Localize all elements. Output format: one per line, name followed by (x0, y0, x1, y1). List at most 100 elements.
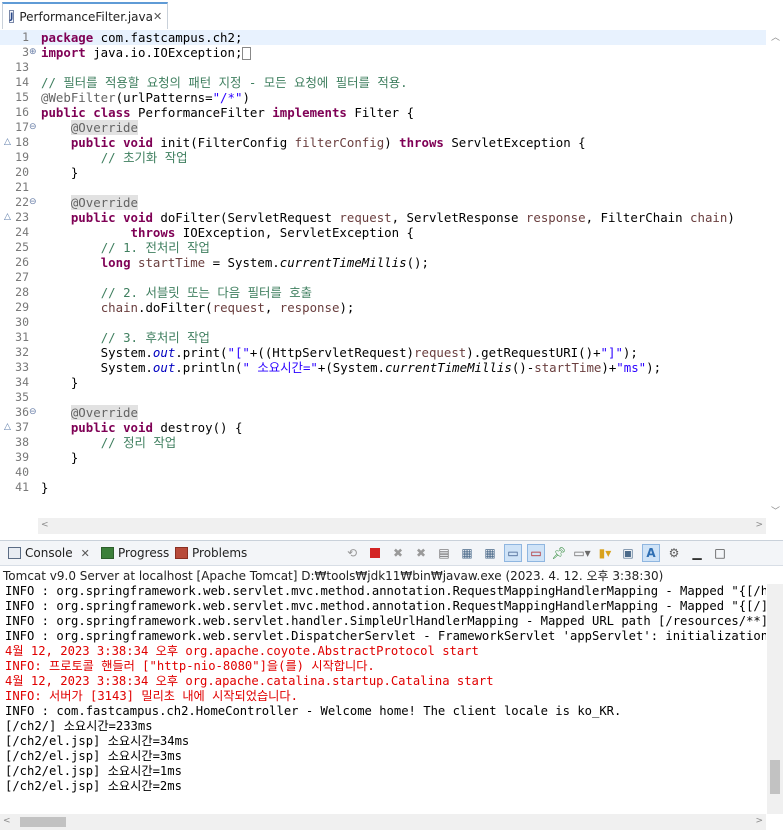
code-line[interactable]: 26 long startTime = System.currentTimeMi… (0, 255, 766, 270)
code-line[interactable]: 16 public class PerformanceFilter impleme… (0, 105, 766, 120)
code-line[interactable]: 33 System.out.println(" 소요시간="+(System.c… (0, 360, 766, 375)
code-line[interactable]: 32 System.out.print("["+((HttpServletReq… (0, 345, 766, 360)
remove-launch-icon[interactable]: ✖ (389, 544, 407, 562)
fold-collapse-icon[interactable]: ⊖ (29, 405, 37, 420)
word-wrap-icon[interactable]: ▦ (481, 544, 499, 562)
code-line[interactable]: 18 △ public void init(FilterConfig filter… (0, 135, 766, 150)
code-text: // 초기화 작업 (100, 150, 188, 165)
code-line[interactable]: 41} (0, 480, 766, 495)
console-launch-caption: Tomcat v9.0 Server at localhost [Apache … (3, 569, 664, 583)
console-horizontal-scrollbar[interactable]: < > (0, 814, 766, 830)
editor-vertical-scrollbar[interactable]: ︿ ﹀ (767, 30, 783, 520)
terminate-relaunch-icon[interactable]: ⟲ (343, 544, 361, 562)
code-line[interactable]: 39 } (0, 450, 766, 465)
remove-all-terminated-icon[interactable]: ✖ (412, 544, 430, 562)
console-line: INFO : org.springframework.web.servlet.m… (5, 599, 766, 613)
scroll-right-icon[interactable]: > (755, 816, 763, 826)
display-selected-console-icon[interactable]: ▭▾ (573, 544, 591, 562)
editor-tab-performancefilter[interactable]: J PerformanceFilter.java ✕ (2, 2, 168, 29)
fold-collapse-icon[interactable]: ⊖ (29, 195, 37, 210)
code-line[interactable]: 34 } (0, 375, 766, 390)
line-number: 16 (15, 105, 29, 119)
scroll-down-icon[interactable]: ﹀ (771, 504, 780, 517)
tab-progress-label: Progress (118, 546, 170, 560)
code-line[interactable]: 27 (0, 270, 766, 285)
fold-expand-icon[interactable]: ⊕ (29, 45, 37, 60)
code-line[interactable]: 40 (0, 465, 766, 480)
code-editor[interactable]: 1 package com.fastcampus.ch2; 3 ⊕ import jav… (0, 30, 783, 535)
line-number: 28 (15, 285, 29, 299)
code-line[interactable]: 25 // 1. 전처리 작업 (0, 240, 766, 255)
code-text: // 3. 후처리 작업 (100, 330, 210, 345)
code-line[interactable]: 24 throws IOException, ServletException … (0, 225, 766, 240)
console-line: [/ch2/] 소요시간=233ms (5, 719, 153, 733)
editor-tab-bar: J PerformanceFilter.java ✕ (0, 0, 783, 31)
override-marker-icon: △ (4, 422, 11, 432)
console-line: [/ch2/el.jsp] 소요시간=1ms (5, 764, 182, 778)
code-line[interactable]: 19 // 초기화 작업 (0, 150, 766, 165)
code-text: public void init(FilterConfig filterConf… (70, 135, 586, 150)
show-on-stderr-icon[interactable]: ▭ (527, 544, 545, 562)
code-line[interactable]: 38 // 정리 작업 (0, 435, 766, 450)
code-line[interactable]: 3 ⊕ import java.io.IOException; (0, 45, 766, 60)
console-line: 4월 12, 2023 3:38:34 오후 org.apache.coyote… (5, 644, 479, 658)
code-line[interactable]: 23 △ public void doFilter(ServletRequest … (0, 210, 766, 225)
override-marker-icon: △ (4, 212, 11, 222)
show-on-stdout-icon[interactable]: ▭ (504, 544, 522, 562)
line-number: 34 (15, 375, 29, 389)
font-style-icon[interactable]: A (642, 544, 660, 562)
scroll-right-icon[interactable]: > (755, 520, 763, 530)
override-marker-icon: △ (4, 137, 11, 147)
close-icon[interactable]: ✕ (81, 547, 90, 560)
code-line[interactable]: 31 // 3. 후처리 작업 (0, 330, 766, 345)
line-number: 38 (15, 435, 29, 449)
code-line[interactable]: 28 // 2. 서블릿 또는 다음 필터를 호출 (0, 285, 766, 300)
code-line[interactable]: 21 (0, 180, 766, 195)
console-output[interactable]: INFO : org.springframework.web.servlet.m… (0, 584, 766, 814)
minimize-icon[interactable]: ▁ (688, 544, 706, 562)
tab-progress[interactable]: Progress (101, 541, 169, 565)
terminate-icon[interactable] (366, 544, 384, 562)
code-line[interactable]: 36 ⊖ @Override (0, 405, 766, 420)
code-line[interactable]: 22 ⊖ @Override (0, 195, 766, 210)
console-line: 4월 12, 2023 3:38:34 오후 org.apache.catali… (5, 674, 494, 688)
line-number: 21 (15, 180, 29, 194)
tab-console[interactable]: Console ✕ (8, 541, 90, 565)
code-line[interactable]: 30 (0, 315, 766, 330)
code-line[interactable]: 15 @WebFilter(urlPatterns="/*") (0, 90, 766, 105)
pin-console-icon[interactable]: 📌︎ (550, 544, 568, 562)
tab-problems[interactable]: Problems (175, 541, 247, 565)
code-text: chain.doFilter(request, response); (100, 300, 355, 315)
scroll-up-icon[interactable]: ︿ (771, 30, 780, 43)
console-vertical-scroll-thumb[interactable] (770, 760, 780, 794)
clear-console-icon[interactable]: ▤ (435, 544, 453, 562)
code-text: // 필터를 적용할 요청의 패턴 지정 - 모든 요청에 필터를 적용. (41, 75, 408, 90)
code-line[interactable]: 29 chain.doFilter(request, response); (0, 300, 766, 315)
code-line[interactable]: 37 △ public void destroy() { (0, 420, 766, 435)
settings-icon[interactable]: ⚙ (665, 544, 683, 562)
code-text: } (41, 450, 79, 465)
editor-horizontal-scrollbar[interactable]: < > (38, 518, 766, 534)
fold-collapse-icon[interactable]: ⊖ (29, 120, 37, 135)
console-horizontal-scroll-thumb[interactable] (20, 817, 66, 827)
code-line[interactable]: 1 package com.fastcampus.ch2; (0, 30, 766, 45)
code-line[interactable]: 20 } (0, 165, 766, 180)
code-text: throws IOException, ServletException { (130, 225, 415, 240)
close-icon[interactable]: ✕ (153, 10, 162, 23)
open-console-icon[interactable]: ▮▾ (596, 544, 614, 562)
scroll-lock-icon[interactable]: ▦ (458, 544, 476, 562)
code-line[interactable]: 17 ⊖ @Override (0, 120, 766, 135)
code-text: public class PerformanceFilter implement… (41, 105, 415, 120)
line-number: 33 (15, 360, 29, 374)
scroll-left-icon[interactable]: < (41, 520, 49, 530)
code-text: public void doFilter(ServletRequest requ… (70, 210, 735, 225)
maximize-icon[interactable]: □ (711, 544, 729, 562)
line-number: 39 (15, 450, 29, 464)
console-vertical-scrollbar[interactable] (767, 584, 783, 814)
scroll-left-icon[interactable]: < (3, 816, 11, 826)
code-line[interactable]: 35 (0, 390, 766, 405)
code-line[interactable]: 14 // 필터를 적용할 요청의 패턴 지정 - 모든 요청에 필터를 적용. (0, 75, 766, 90)
code-text: @WebFilter(urlPatterns="/*") (41, 90, 250, 105)
new-console-icon[interactable]: ▣ (619, 544, 637, 562)
code-line[interactable]: 13 (0, 60, 766, 75)
